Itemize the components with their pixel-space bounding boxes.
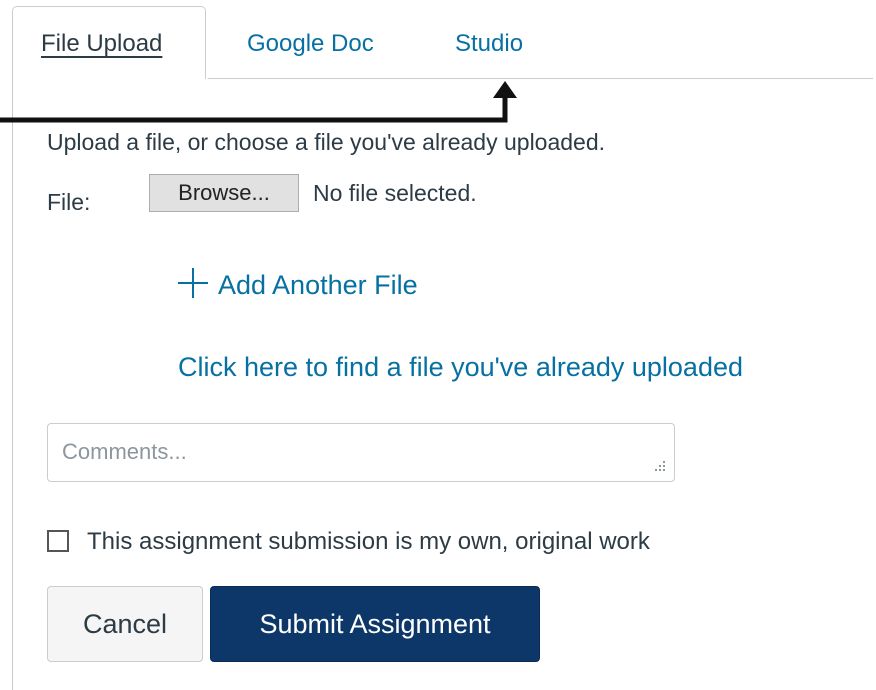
cancel-button[interactable]: Cancel <box>47 586 203 662</box>
file-label: File: <box>47 189 91 215</box>
tab-google-doc[interactable]: Google Doc <box>247 30 374 58</box>
submission-tabs: File Upload Google Doc Studio <box>0 0 876 80</box>
find-uploaded-file-link[interactable]: Click here to find a file you've already… <box>178 352 743 383</box>
submit-assignment-button[interactable]: Submit Assignment <box>210 586 540 662</box>
plus-icon <box>178 268 208 298</box>
pane-border <box>12 79 13 690</box>
tab-studio[interactable]: Studio <box>455 30 523 58</box>
annotation-arrow-up-icon <box>0 81 517 123</box>
browse-button[interactable]: Browse... <box>149 174 299 212</box>
resize-grip-icon[interactable] <box>651 458 667 474</box>
upload-instructions: Upload a file, or choose a file you've a… <box>47 129 606 155</box>
add-file-label: Add Another File <box>218 270 418 300</box>
originality-label[interactable]: This assignment submission is my own, or… <box>87 528 650 556</box>
file-status: No file selected. <box>313 180 477 206</box>
add-another-file-link[interactable]: Add Another File <box>178 268 418 301</box>
tab-file-upload[interactable]: File Upload <box>41 30 162 58</box>
comments-input[interactable] <box>47 423 675 482</box>
originality-checkbox[interactable] <box>47 530 69 552</box>
